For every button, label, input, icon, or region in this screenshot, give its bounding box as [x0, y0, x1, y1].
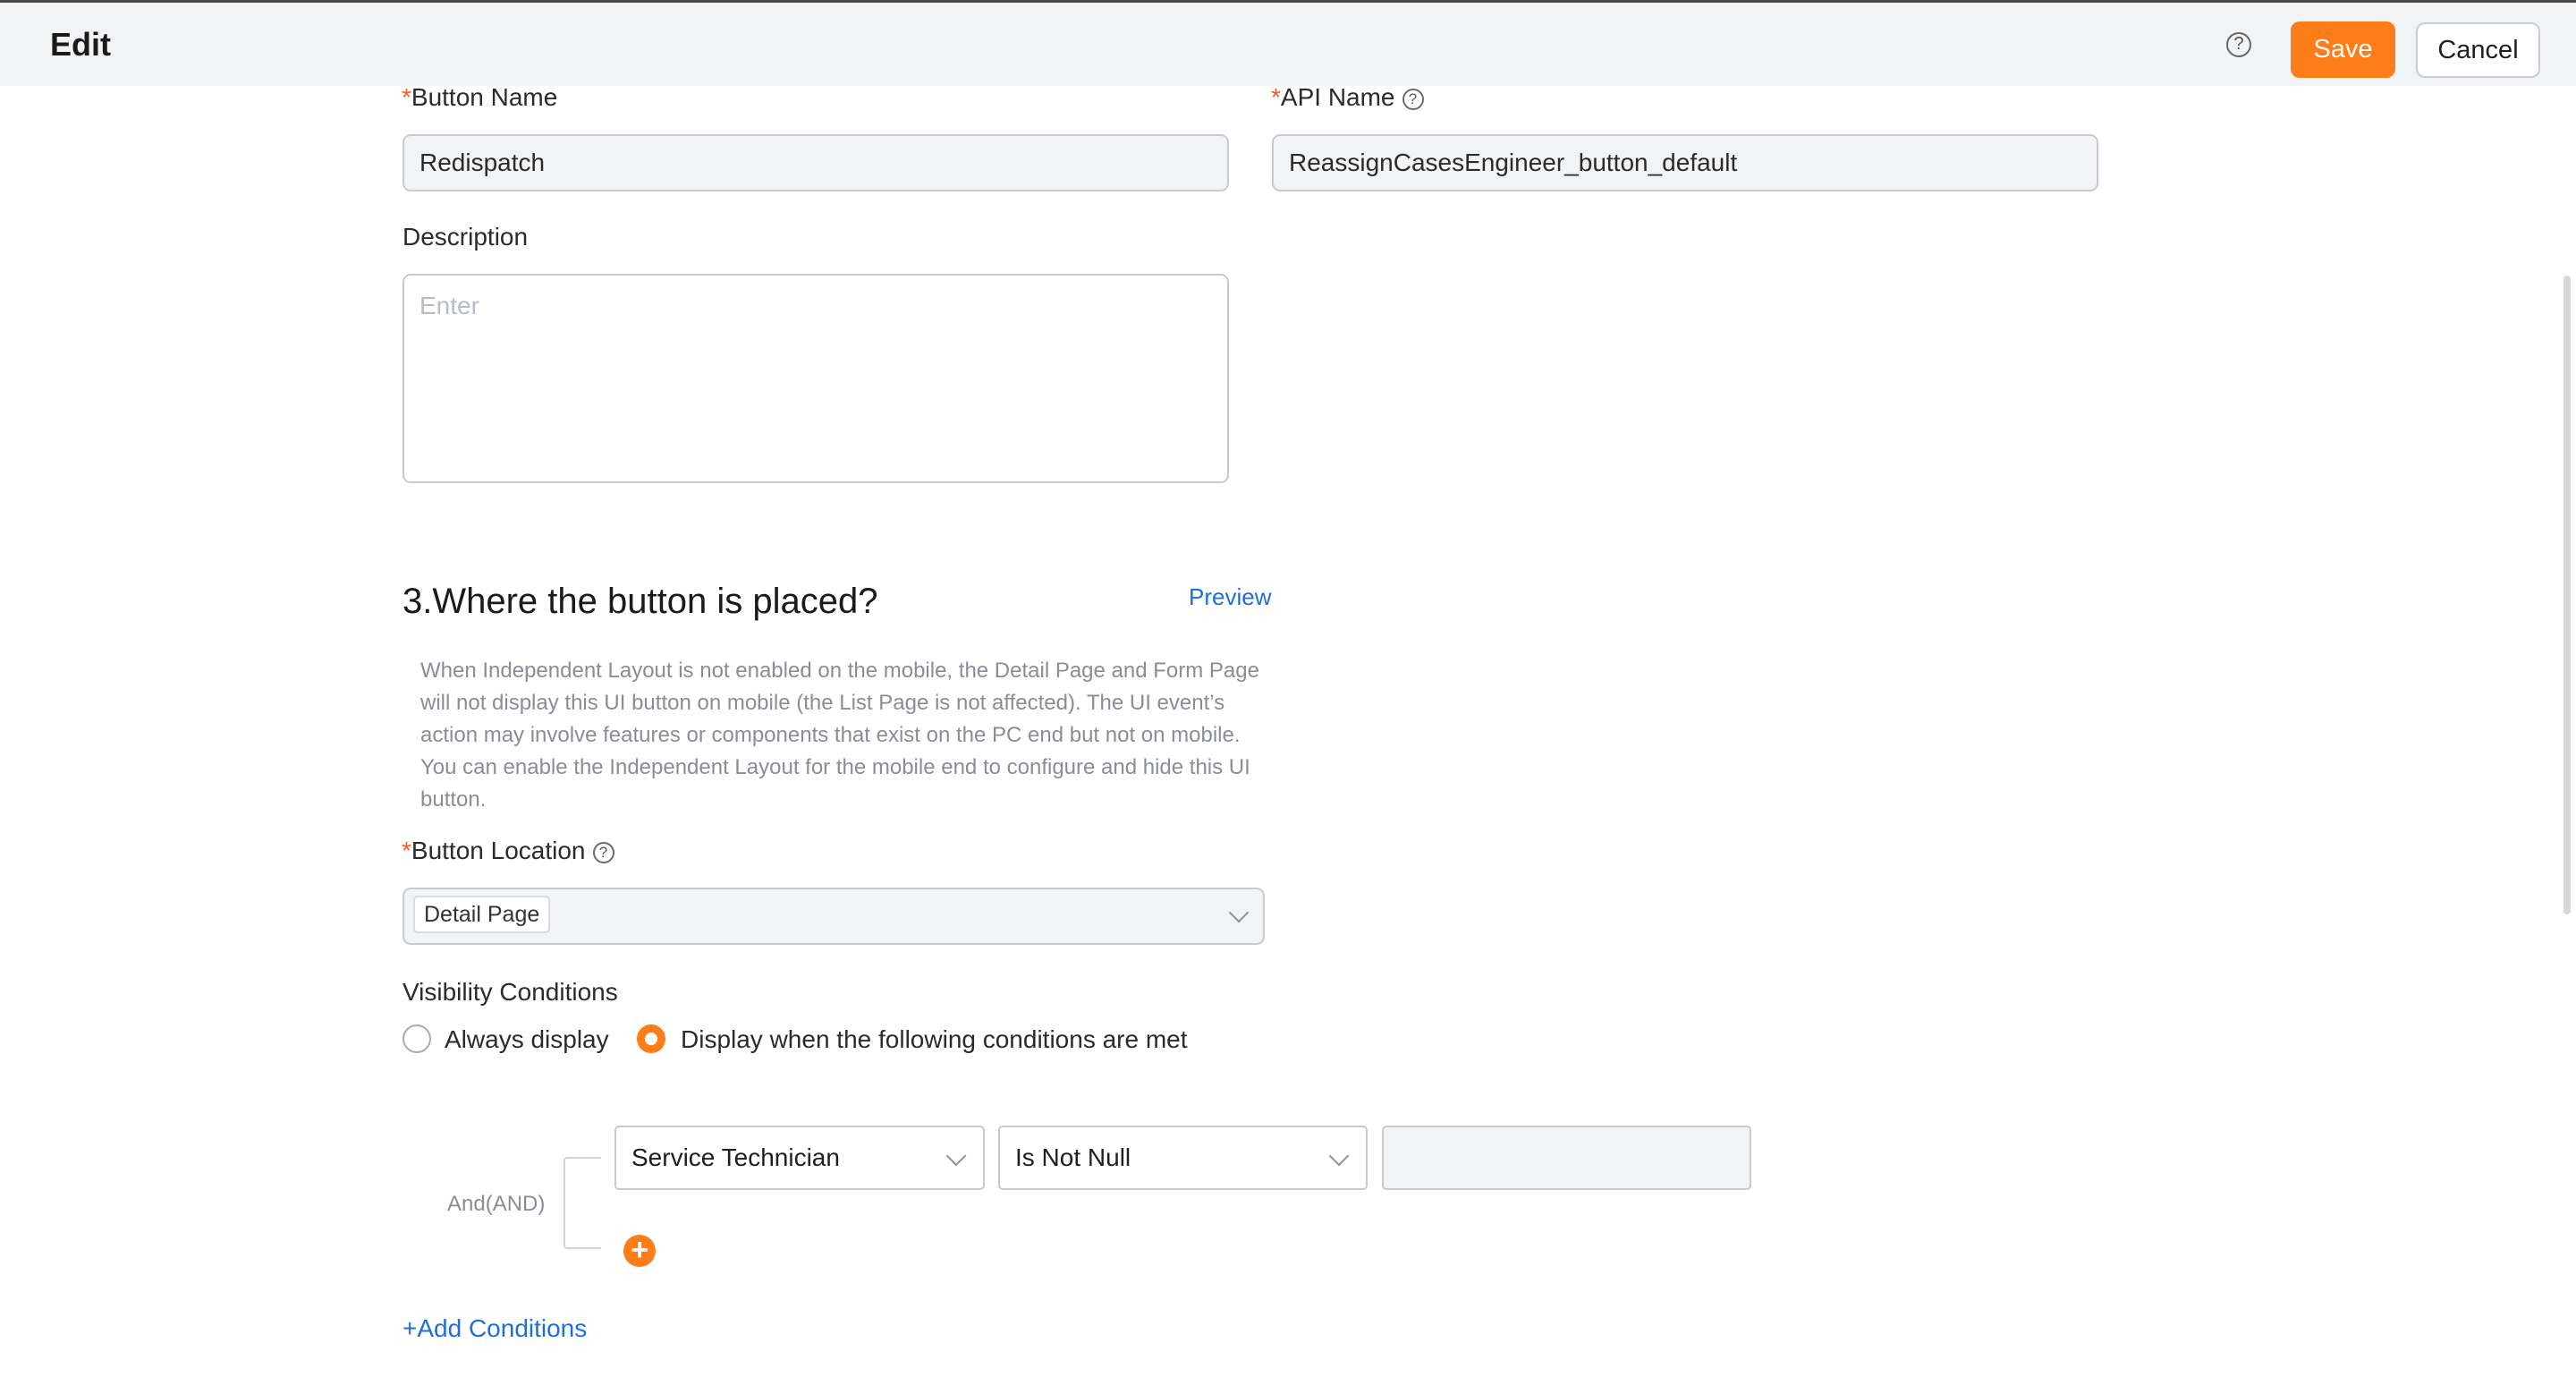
help-icon[interactable]: ? [1402, 89, 1424, 110]
vertical-scrollbar[interactable] [2563, 276, 2571, 914]
radio-always-display[interactable] [402, 1024, 431, 1053]
add-conditions-link[interactable]: +Add Conditions [402, 1314, 587, 1343]
plus-circle-icon[interactable]: + [623, 1235, 656, 1267]
logic-operator-label: And(AND) [447, 1192, 546, 1216]
help-icon[interactable]: ? [2226, 32, 2251, 57]
condition-operator-select[interactable]: Is Not Null [998, 1126, 1368, 1190]
hint-line: button. [420, 787, 487, 812]
required-mark: * [402, 83, 411, 111]
preview-link[interactable]: Preview [1189, 583, 1271, 611]
selected-location-tag: Detail Page [413, 896, 551, 933]
api-name-value: ReassignCasesEngineer_button_default [1289, 149, 1738, 176]
hint-line: will not display this UI button on mobil… [420, 691, 1225, 715]
button-name-input[interactable]: Redispatch [402, 134, 1229, 191]
top-bar: Edit ? Save Cancel [0, 0, 2576, 86]
page-title: Edit [50, 26, 111, 63]
display-when-conditions-label[interactable]: Display when the following conditions ar… [681, 1025, 1188, 1054]
button-name-label-text: Button Name [411, 83, 558, 111]
visibility-conditions-label: Visibility Conditions [402, 978, 618, 1006]
cancel-button[interactable]: Cancel [2416, 22, 2540, 78]
description-label: Description [402, 223, 529, 251]
api-name-label-text: API Name [1280, 83, 1395, 111]
button-location-label-text: Button Location [411, 837, 586, 864]
section-title: 3.Where the button is placed? [402, 582, 878, 621]
hint-line: action may involve features or component… [420, 723, 1241, 747]
condition-group-bracket [564, 1157, 601, 1249]
condition-operator-value: Is Not Null [1015, 1143, 1131, 1171]
condition-field-select[interactable]: Service Technician [614, 1126, 985, 1190]
required-mark: * [1271, 83, 1281, 111]
condition-value-input[interactable] [1382, 1126, 1751, 1190]
mobile-layout-hint: When Independent Layout is not enabled o… [420, 655, 1279, 816]
save-button[interactable]: Save [2291, 21, 2395, 78]
radio-display-when-conditions[interactable] [637, 1024, 665, 1053]
hint-line: When Independent Layout is not enabled o… [420, 659, 1259, 683]
api-name-label: *API Name? [1271, 83, 1424, 112]
description-placeholder: Enter [419, 292, 479, 319]
always-display-label[interactable]: Always display [445, 1025, 609, 1054]
button-location-label: *Button Location? [402, 837, 614, 865]
condition-field-value: Service Technician [631, 1143, 840, 1171]
help-icon[interactable]: ? [592, 842, 614, 863]
description-textarea[interactable]: Enter [402, 274, 1229, 483]
api-name-input[interactable]: ReassignCasesEngineer_button_default [1272, 134, 2098, 191]
button-name-label: *Button Name [402, 83, 557, 112]
button-name-value: Redispatch [419, 149, 546, 176]
hint-line: You can enable the Independent Layout fo… [420, 755, 1250, 779]
required-mark: * [402, 837, 411, 864]
